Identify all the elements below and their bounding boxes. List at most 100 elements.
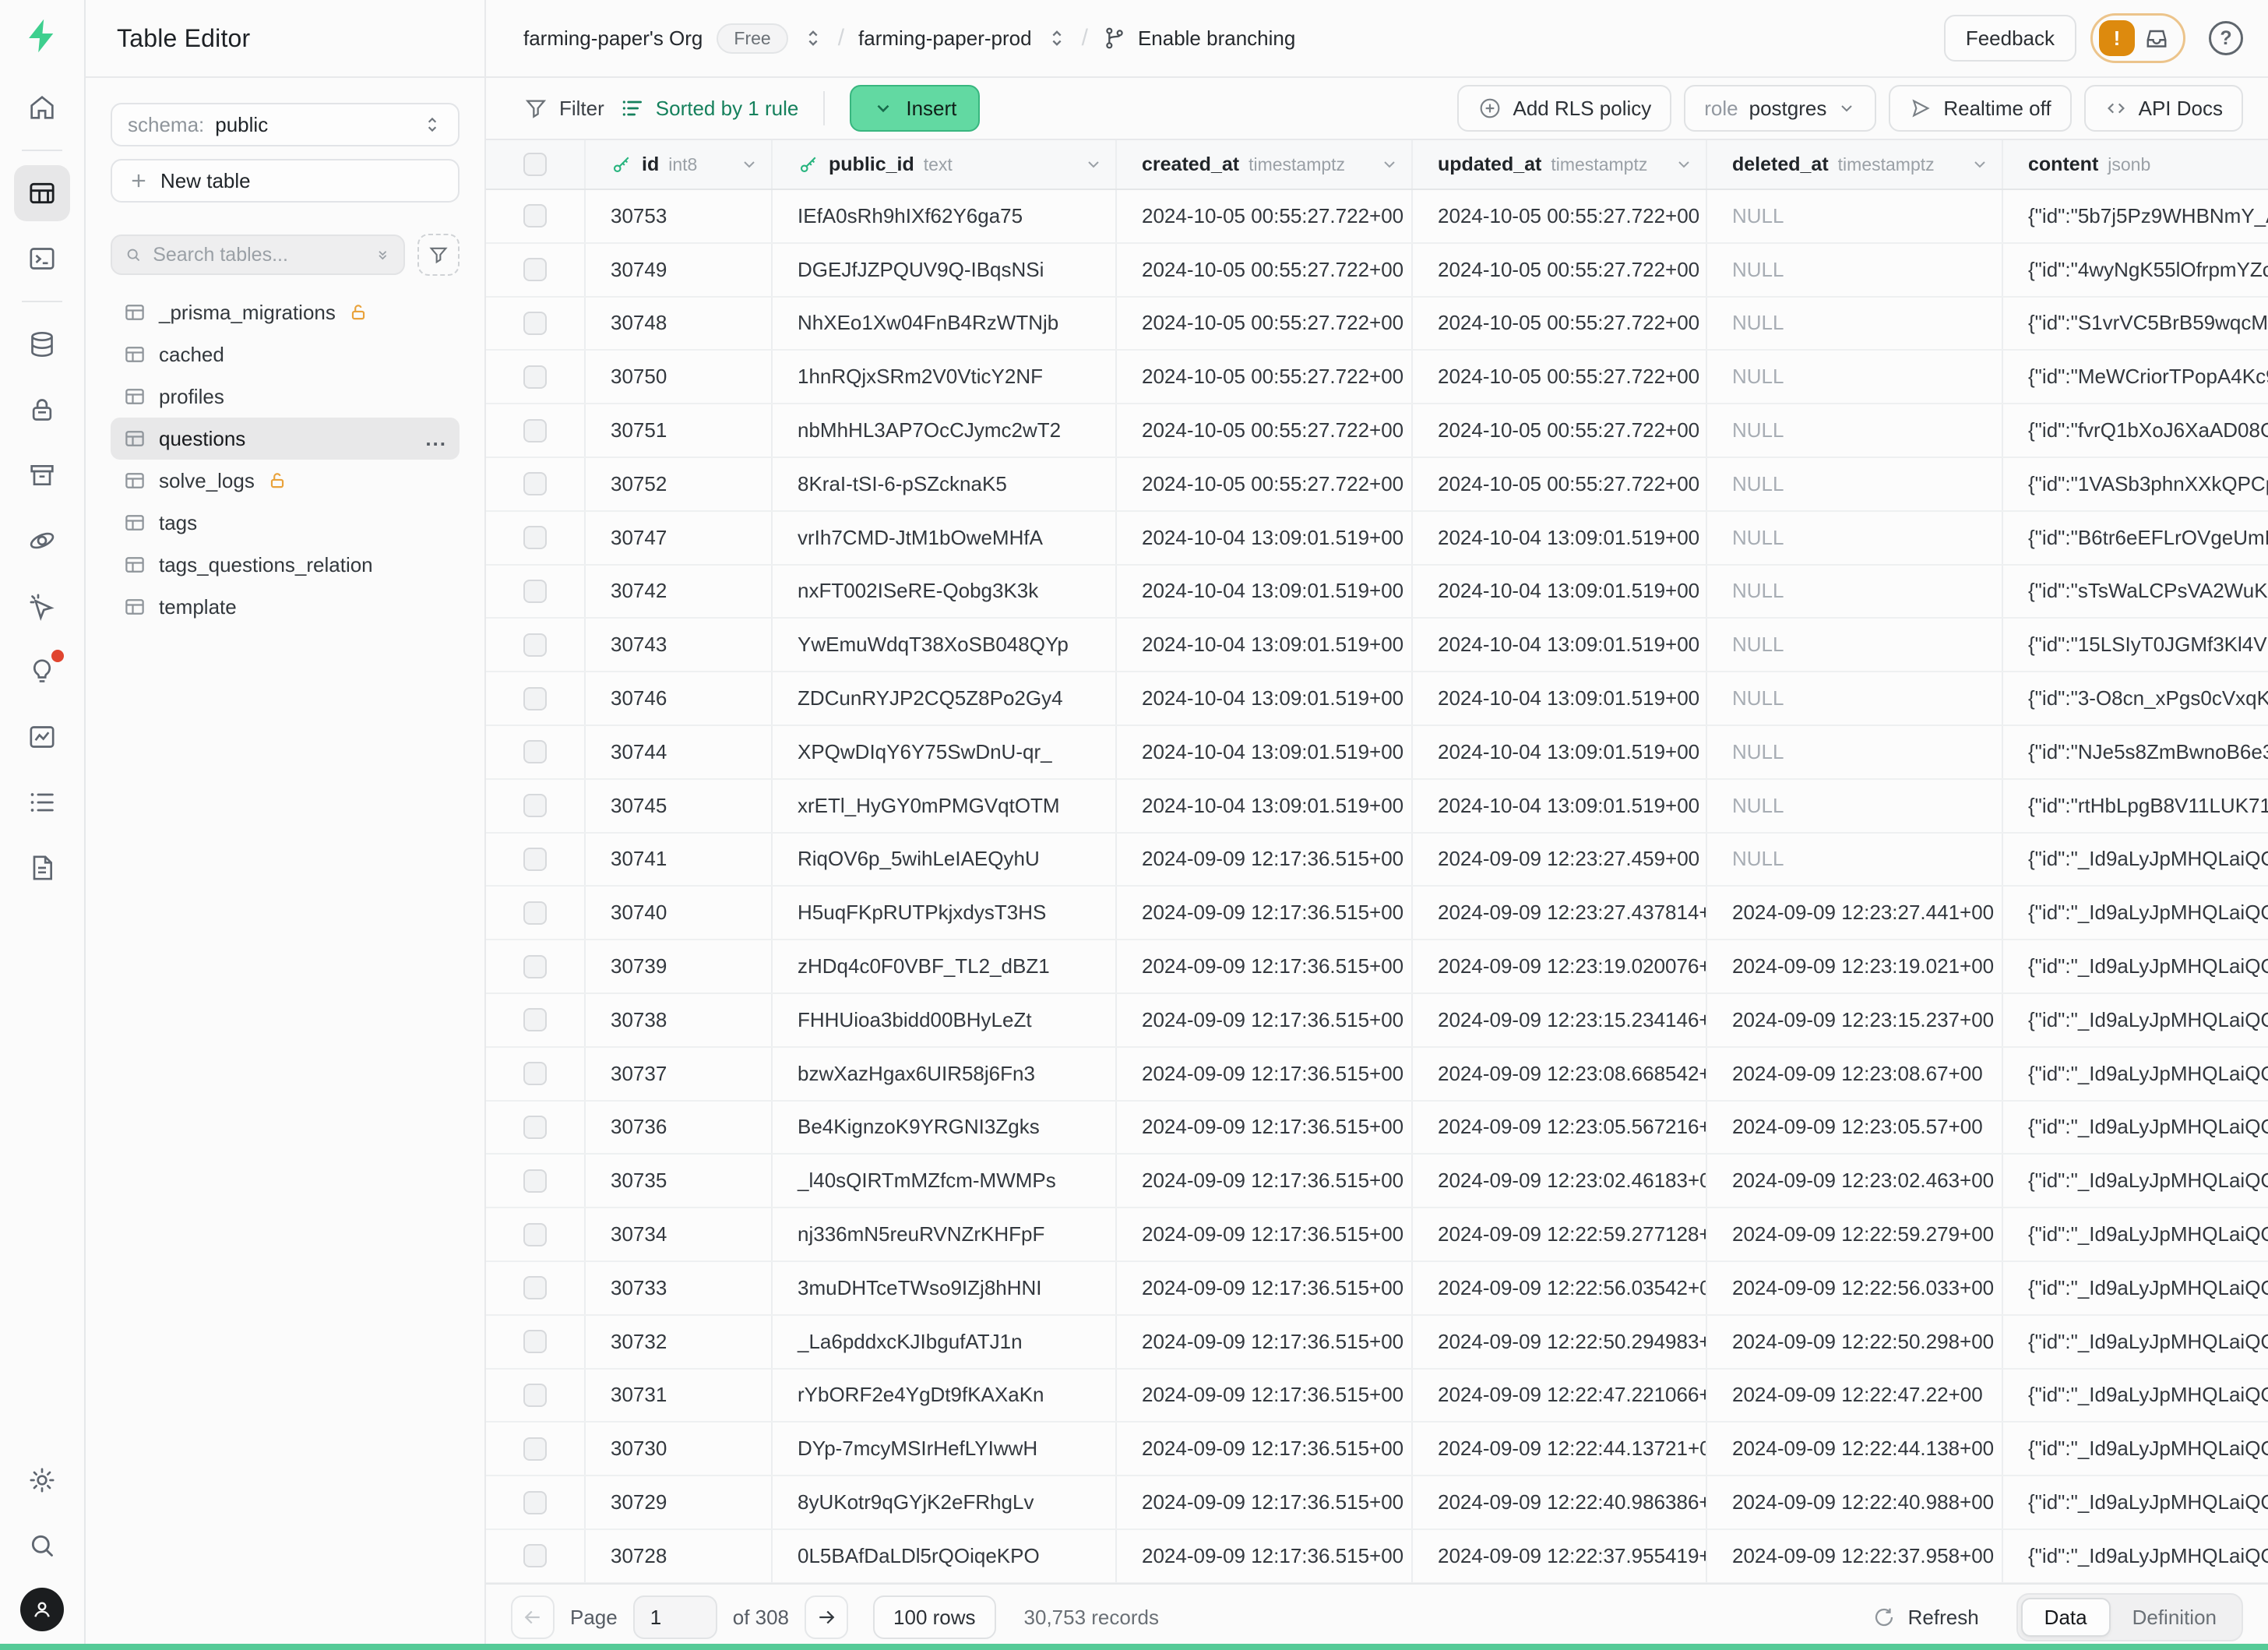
row-checkbox[interactable]	[486, 1370, 586, 1422]
cell-deleted_at[interactable]: 2024-09-09 12:23:08.67+00	[1707, 1048, 2003, 1100]
cell-updated_at[interactable]: 2024-10-04 13:09:01.519+00	[1413, 672, 1707, 725]
cell-content[interactable]: {"id":"_Id9aLyJpMHQLaiQC	[2003, 1316, 2268, 1368]
cell-content[interactable]: {"id":"_Id9aLyJpMHQLaiQC	[2003, 1262, 2268, 1314]
cell-id[interactable]: 30743	[586, 619, 773, 671]
cell-content[interactable]: {"id":"_Id9aLyJpMHQLaiQC	[2003, 834, 2268, 886]
cell-public_id[interactable]: nbMhHL3AP7OcCJymc2wT2	[773, 404, 1117, 457]
cell-public_id[interactable]: _La6pddxcKJIbgufATJ1n	[773, 1316, 1117, 1368]
cell-public_id[interactable]: NhXEo1Xw04FnB4RzWTNjb	[773, 298, 1117, 350]
cell-deleted_at[interactable]: 2024-09-09 12:22:56.033+00	[1707, 1262, 2003, 1314]
cell-created_at[interactable]: 2024-10-04 13:09:01.519+00	[1117, 672, 1413, 725]
sidebar-table-item[interactable]: tags	[111, 502, 460, 544]
project-switcher-icon[interactable]	[1046, 27, 1068, 49]
cell-updated_at[interactable]: 2024-10-04 13:09:01.519+00	[1413, 726, 1707, 778]
cell-updated_at[interactable]: 2024-09-09 12:22:50.294983+00	[1413, 1316, 1707, 1368]
cell-created_at[interactable]: 2024-10-04 13:09:01.519+00	[1117, 566, 1413, 618]
search-tables-box[interactable]	[111, 234, 405, 275]
row-checkbox[interactable]	[486, 566, 586, 618]
row-checkbox[interactable]	[486, 1102, 586, 1154]
cell-deleted_at[interactable]: 2024-09-09 12:23:05.57+00	[1707, 1102, 2003, 1154]
api-docs-icon[interactable]	[14, 840, 70, 896]
cell-deleted_at[interactable]: 2024-09-09 12:23:15.237+00	[1707, 994, 2003, 1046]
cell-created_at[interactable]: 2024-09-09 12:17:36.515+00	[1117, 1423, 1413, 1475]
cell-created_at[interactable]: 2024-09-09 12:17:36.515+00	[1117, 887, 1413, 939]
cell-created_at[interactable]: 2024-09-09 12:17:36.515+00	[1117, 1102, 1413, 1154]
row-checkbox[interactable]	[486, 1530, 586, 1582]
cell-public_id[interactable]: 8yUKotr9qGYjK2eFRhgLv	[773, 1476, 1117, 1528]
cell-deleted_at[interactable]: NULL	[1707, 404, 2003, 457]
column-header-public_id[interactable]: public_idtext	[773, 140, 1117, 189]
project-name[interactable]: farming-paper-prod	[858, 26, 1032, 51]
cell-created_at[interactable]: 2024-09-09 12:17:36.515+00	[1117, 1530, 1413, 1582]
cell-deleted_at[interactable]: 2024-09-09 12:22:59.279+00	[1707, 1208, 2003, 1260]
cell-content[interactable]: {"id":"_Id9aLyJpMHQLaiQC	[2003, 1048, 2268, 1100]
cell-content[interactable]: {"id":"15LSIyT0JGMf3Kl4Vn	[2003, 619, 2268, 671]
cell-public_id[interactable]: DYp-7mcyMSIrHefLYIwwH	[773, 1423, 1117, 1475]
cell-updated_at[interactable]: 2024-09-09 12:23:05.567216+00	[1413, 1102, 1707, 1154]
page-input[interactable]	[633, 1595, 717, 1639]
cell-content[interactable]: {"id":"S1vrVC5BrB59wqcM4	[2003, 298, 2268, 350]
insert-button[interactable]: Insert	[850, 85, 980, 132]
cell-created_at[interactable]: 2024-09-09 12:17:36.515+00	[1117, 1370, 1413, 1422]
cell-deleted_at[interactable]: 2024-09-09 12:22:40.988+00	[1707, 1476, 2003, 1528]
table-menu-button[interactable]: ...	[425, 427, 447, 451]
cell-updated_at[interactable]: 2024-09-09 12:22:37.955419+00	[1413, 1530, 1707, 1582]
cell-public_id[interactable]: H5uqFKpRUTPkjxdysT3HS	[773, 887, 1117, 939]
row-checkbox[interactable]	[486, 1262, 586, 1314]
edge-functions-icon[interactable]	[14, 513, 70, 569]
column-header-created_at[interactable]: created_attimestamptz	[1117, 140, 1413, 189]
cell-updated_at[interactable]: 2024-09-09 12:23:15.234146+00	[1413, 994, 1707, 1046]
cell-public_id[interactable]: bzwXazHgax6UIR58j6Fn3	[773, 1048, 1117, 1100]
row-checkbox[interactable]	[486, 994, 586, 1046]
cell-updated_at[interactable]: 2024-09-09 12:23:08.668542+00	[1413, 1048, 1707, 1100]
search-icon[interactable]	[14, 1518, 70, 1574]
cell-deleted_at[interactable]: 2024-09-09 12:23:19.021+00	[1707, 940, 2003, 992]
row-checkbox[interactable]	[486, 780, 586, 832]
cell-created_at[interactable]: 2024-09-09 12:17:36.515+00	[1117, 1476, 1413, 1528]
cell-updated_at[interactable]: 2024-10-04 13:09:01.519+00	[1413, 619, 1707, 671]
cell-updated_at[interactable]: 2024-10-05 00:55:27.722+00	[1413, 351, 1707, 403]
sidebar-table-item[interactable]: tags_questions_relation	[111, 544, 460, 586]
cell-content[interactable]: {"id":"B6tr6eEFLrOVgeUmH	[2003, 512, 2268, 564]
prev-page-button[interactable]	[511, 1595, 555, 1639]
cell-id[interactable]: 30730	[586, 1423, 773, 1475]
realtime-toggle-button[interactable]: Realtime off	[1889, 85, 2071, 132]
column-menu-icon[interactable]	[1084, 155, 1103, 174]
realtime-icon[interactable]	[14, 578, 70, 634]
cell-id[interactable]: 30748	[586, 298, 773, 350]
cell-id[interactable]: 30741	[586, 834, 773, 886]
cell-deleted_at[interactable]: NULL	[1707, 244, 2003, 296]
new-table-button[interactable]: New table	[111, 159, 460, 203]
add-rls-policy-button[interactable]: Add RLS policy	[1457, 85, 1672, 132]
cell-public_id[interactable]: FHHUioa3bidd00BHyLeZt	[773, 994, 1117, 1046]
cell-updated_at[interactable]: 2024-10-05 00:55:27.722+00	[1413, 298, 1707, 350]
advisors-icon[interactable]	[14, 643, 70, 700]
cell-id[interactable]: 30738	[586, 994, 773, 1046]
row-checkbox[interactable]	[486, 834, 586, 886]
user-avatar[interactable]	[20, 1588, 64, 1631]
cell-updated_at[interactable]: 2024-09-09 12:22:59.277128+00	[1413, 1208, 1707, 1260]
cell-content[interactable]: {"id":"_Id9aLyJpMHQLaiQC	[2003, 1208, 2268, 1260]
cell-content[interactable]: {"id":"sTsWaLCPsVA2WuK2	[2003, 566, 2268, 618]
cell-id[interactable]: 30739	[586, 940, 773, 992]
table-editor-icon[interactable]	[14, 165, 70, 221]
cell-public_id[interactable]: xrETl_HyGY0mPMGVqtOTM	[773, 780, 1117, 832]
tab-definition[interactable]: Definition	[2111, 1598, 2238, 1637]
cell-deleted_at[interactable]: NULL	[1707, 512, 2003, 564]
cell-created_at[interactable]: 2024-09-09 12:17:36.515+00	[1117, 1155, 1413, 1207]
column-menu-icon[interactable]	[740, 155, 759, 174]
sidebar-table-item[interactable]: solve_logs	[111, 460, 460, 502]
sort-button[interactable]: Sorted by 1 rule	[620, 96, 799, 121]
row-checkbox[interactable]	[486, 298, 586, 350]
row-checkbox[interactable]	[486, 726, 586, 778]
cell-created_at[interactable]: 2024-09-09 12:17:36.515+00	[1117, 1208, 1413, 1260]
cell-deleted_at[interactable]: NULL	[1707, 672, 2003, 725]
cell-content[interactable]: {"id":"5b7j5Pz9WHBNmY_A	[2003, 190, 2268, 242]
row-checkbox[interactable]	[486, 1476, 586, 1528]
cell-content[interactable]: {"id":"_Id9aLyJpMHQLaiQC	[2003, 887, 2268, 939]
cell-deleted_at[interactable]: NULL	[1707, 780, 2003, 832]
cell-created_at[interactable]: 2024-10-05 00:55:27.722+00	[1117, 404, 1413, 457]
sidebar-table-item[interactable]: template	[111, 586, 460, 628]
cell-created_at[interactable]: 2024-10-04 13:09:01.519+00	[1117, 512, 1413, 564]
cell-id[interactable]: 30744	[586, 726, 773, 778]
